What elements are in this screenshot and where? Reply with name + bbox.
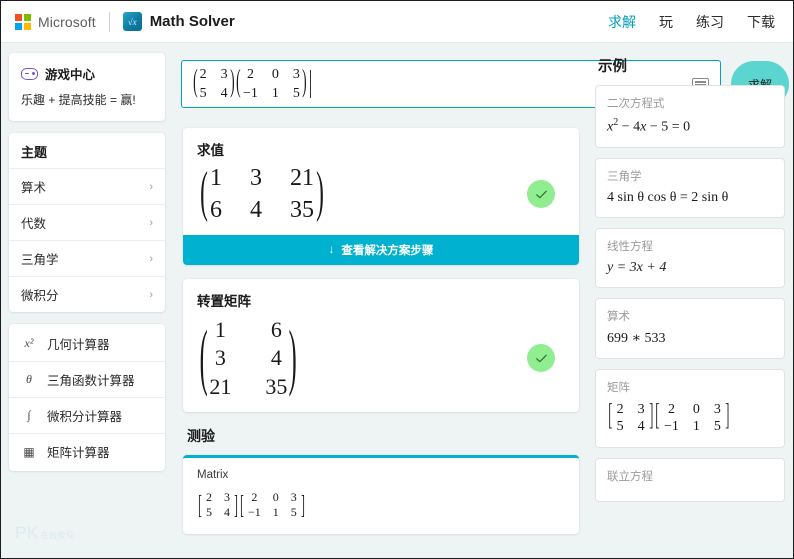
- view-solution-steps-button[interactable]: ↓ 查看解决方案步骤: [183, 235, 579, 265]
- calculators-card: x² 几何计算器 θ 三角函数计算器 ∫ 微积分计算器 ▦ 矩阵计算器: [9, 324, 165, 471]
- result-matrix: (1 3 21 6 4 35): [200, 163, 324, 224]
- result-card-transpose: 转置矩阵 (1 6 3 4 21 35): [183, 279, 579, 412]
- topic-item-algebra[interactable]: 代数 ›: [9, 204, 165, 240]
- example-item-arithmetic[interactable]: 算术 699 ∗ 533: [595, 297, 785, 359]
- chevron-right-icon: ›: [149, 288, 153, 301]
- result-body: (1 6 3 4 21 35): [183, 312, 579, 412]
- nav-item-play[interactable]: 玩: [659, 12, 673, 32]
- example-label: 二次方程式: [607, 98, 665, 110]
- chevron-right-icon: ›: [149, 216, 153, 229]
- nav-item-download[interactable]: 下载: [747, 12, 775, 32]
- result-matrix: (1 6 3 4 21 35): [199, 312, 298, 399]
- example-item-trigonometry[interactable]: 三角学 4 sin θ cos θ = 2 sin θ: [595, 157, 785, 218]
- topics-title: 主题: [21, 145, 48, 160]
- watermark: PK 在线教程: [13, 523, 75, 546]
- theta-icon: θ: [26, 372, 32, 386]
- result-body: (1 3 21 6 4 35): [183, 161, 579, 235]
- game-center-card[interactable]: 游戏中心 乐趣 + 提高技能 = 赢!: [9, 53, 165, 121]
- topic-label: 微积分: [21, 289, 59, 303]
- example-math: 4 sin θ cos θ = 2 sin θ: [607, 189, 729, 205]
- topic-item-calculus[interactable]: 微积分 ›: [9, 276, 165, 312]
- quiz-title: 测验: [187, 428, 215, 444]
- calculator-label: 几何计算器: [47, 338, 110, 352]
- app-title: Math Solver: [149, 13, 235, 30]
- example-label: 算术: [607, 310, 630, 323]
- input-expression: (2 3 5 4)(2 0 3 −1 1 5): [193, 65, 307, 101]
- topic-item-arithmetic[interactable]: 算术 ›: [9, 168, 165, 204]
- sidebar: 游戏中心 乐趣 + 提高技能 = 赢! 主题 算术 › 代数 › 三角学 › 微…: [1, 43, 173, 558]
- steps-label: 查看解决方案步骤: [341, 245, 434, 257]
- calculator-item-calculus[interactable]: ∫ 微积分计算器: [9, 397, 165, 433]
- integral-icon: ∫: [27, 408, 31, 422]
- game-center-subtitle: 乐趣 + 提高技能 = 赢!: [21, 93, 136, 107]
- example-label: 线性方程: [607, 240, 653, 253]
- example-math: [2 3 5 4][2 0 3 −1 1 5]: [608, 400, 730, 435]
- example-math: x2 − 4x − 5 = 0: [607, 117, 691, 135]
- down-arrow-icon: ↓: [328, 244, 335, 256]
- math-solver-icon: √x: [122, 12, 142, 31]
- nav-item-practice[interactable]: 练习: [696, 12, 724, 32]
- results-column: 求值 (1 3 21 6 4 35) ↓ 查看解决方案步骤 转置矩阵 (1 6 3 4 21 35): [173, 116, 587, 558]
- math-solver-page: Microsoft √x Math Solver 求解 玩 练习 下载 游戏中心…: [0, 0, 794, 559]
- calculator-item-trigonometry[interactable]: θ 三角函数计算器: [9, 361, 165, 397]
- microsoft-brand-label: Microsoft: [38, 13, 96, 30]
- examples-panel: 示例 二次方程式 x2 − 4x − 5 = 0 三角学 4 sin θ cos…: [587, 43, 793, 558]
- chevron-right-icon: ›: [149, 252, 153, 265]
- topics-card: 主题 算术 › 代数 › 三角学 › 微积分 ›: [9, 133, 165, 312]
- quiz-card-label: Matrix: [197, 469, 229, 481]
- result-title: 转置矩阵: [197, 294, 251, 309]
- example-label: 矩阵: [607, 381, 630, 394]
- calculator-item-geometry[interactable]: x² 几何计算器: [9, 326, 165, 361]
- result-title: 求值: [197, 143, 224, 158]
- calculator-label: 三角函数计算器: [47, 374, 135, 388]
- example-label: 联立方程: [607, 470, 653, 483]
- calculator-item-matrix[interactable]: ▦ 矩阵计算器: [9, 433, 165, 469]
- watermark-sub: 在线教程: [40, 531, 75, 540]
- top-navigation: 求解 玩 练习 下载: [608, 12, 781, 32]
- example-item-linear[interactable]: 线性方程 y = 3x + 4: [595, 227, 785, 288]
- topic-label: 三角学: [21, 253, 59, 267]
- matrix-grid-icon: ▦: [23, 444, 35, 459]
- topic-label: 代数: [21, 217, 47, 231]
- example-math: y = 3x + 4: [607, 259, 667, 275]
- example-item-simultaneous[interactable]: 联立方程: [595, 457, 785, 502]
- example-math: 699 ∗ 533: [607, 330, 666, 346]
- examples-title: 示例: [598, 59, 627, 75]
- text-caret: [309, 70, 311, 98]
- game-center-title: 游戏中心: [45, 68, 96, 82]
- gamepad-icon: [21, 67, 38, 80]
- topic-item-trigonometry[interactable]: 三角学 ›: [9, 240, 165, 276]
- check-icon: [527, 180, 555, 208]
- top-bar: Microsoft √x Math Solver 求解 玩 练习 下载: [1, 1, 793, 43]
- calculator-label: 矩阵计算器: [47, 446, 110, 460]
- microsoft-logo-icon: [15, 13, 31, 30]
- quiz-card[interactable]: Matrix [2 3 5 4][2 0 3 −1 1 5]: [183, 455, 579, 534]
- brand-divider: [108, 11, 110, 32]
- chevron-right-icon: ›: [149, 180, 153, 193]
- game-center-header: 游戏中心: [21, 64, 153, 83]
- topic-label: 算术: [21, 181, 47, 195]
- example-item-matrix[interactable]: 矩阵 [2 3 5 4][2 0 3 −1 1 5]: [595, 368, 785, 448]
- example-label: 三角学: [607, 170, 642, 183]
- watermark-text: PK: [15, 523, 39, 542]
- result-card-evaluate: 求值 (1 3 21 6 4 35) ↓ 查看解决方案步骤: [183, 128, 579, 265]
- check-icon: [527, 344, 555, 372]
- example-item-quadratic[interactable]: 二次方程式 x2 − 4x − 5 = 0: [595, 85, 785, 148]
- calculator-label: 微积分计算器: [47, 410, 123, 424]
- quiz-expression: [2 3 5 4][2 0 3 −1 1 5]: [198, 489, 305, 520]
- x-squared-icon: x²: [24, 336, 34, 350]
- nav-item-solve[interactable]: 求解: [608, 12, 636, 32]
